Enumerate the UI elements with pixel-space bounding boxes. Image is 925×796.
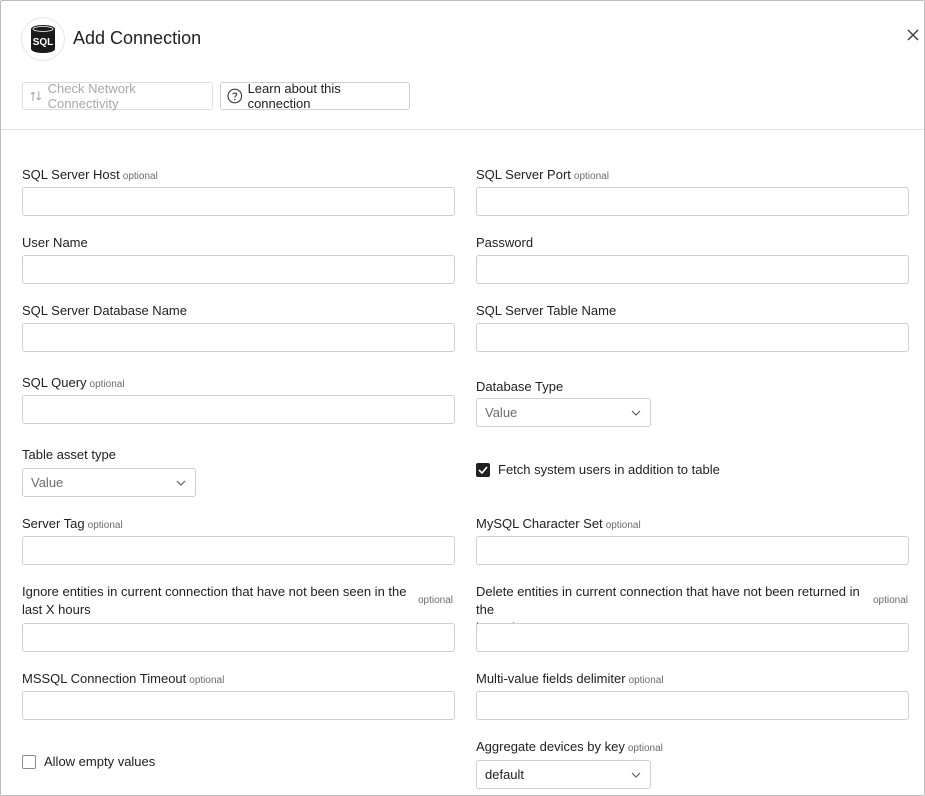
sql-server-port-input[interactable]: [476, 187, 909, 216]
user-name-label: User Name: [22, 235, 88, 250]
close-icon[interactable]: [906, 28, 922, 44]
database-name-input[interactable]: [22, 323, 455, 352]
aggregate-devices-value: default: [485, 767, 525, 782]
mssql-timeout-input[interactable]: [22, 691, 455, 720]
sql-logo-icon: SQL: [21, 17, 65, 61]
table-name-input[interactable]: [476, 323, 909, 352]
check-network-button[interactable]: Check Network Connectivity: [22, 81, 213, 111]
mssql-timeout-label: MSSQL Connection Timeout optional: [22, 671, 225, 686]
delete-entities-optional: optional: [873, 595, 909, 606]
learn-about-button[interactable]: Learn about this connection: [220, 81, 410, 111]
add-connection-dialog: SQL Add Connection Check Network Connect…: [0, 0, 925, 796]
database-type-label: Database Type: [476, 379, 564, 394]
password-input[interactable]: [476, 255, 909, 284]
table-asset-type-select[interactable]: Value: [22, 468, 196, 497]
table-name-label: SQL Server Table Name: [476, 303, 617, 318]
database-type-value: Value: [485, 405, 518, 420]
sql-query-input[interactable]: [22, 395, 455, 424]
allow-empty-values-checkbox[interactable]: [22, 754, 36, 769]
mysql-charset-label: MySQL Character Set optional: [476, 516, 641, 531]
mysql-charset-input[interactable]: [476, 536, 909, 565]
database-name-label: SQL Server Database Name: [22, 303, 187, 318]
delete-entities-input[interactable]: [476, 623, 909, 652]
server-tag-label: Server Tag optional: [22, 516, 123, 531]
ignore-entities-optional: optional: [418, 595, 454, 606]
learn-about-label: Learn about this connection: [247, 81, 341, 111]
chevron-down-icon: [631, 772, 641, 778]
aggregate-devices-select[interactable]: default: [476, 760, 651, 789]
ignore-entities-label: Ignore entities in current connection th…: [22, 584, 407, 617]
table-asset-type-label: Table asset type: [22, 447, 116, 462]
fetch-system-users-checkbox[interactable]: [476, 462, 490, 477]
chevron-down-icon: [631, 410, 641, 416]
user-name-input[interactable]: [22, 255, 455, 284]
sql-server-host-label: SQL Server Host optional: [22, 167, 158, 182]
database-type-select[interactable]: Value: [476, 398, 651, 427]
check-icon: [478, 465, 488, 474]
password-label: Password: [476, 235, 534, 250]
help-circle-icon: [227, 88, 243, 104]
network-icon: [30, 91, 42, 101]
allow-empty-values-label: Allow empty values: [44, 754, 156, 769]
logo-text: SQL: [33, 37, 54, 48]
check-network-label: Check Network Connectivity: [47, 81, 136, 111]
multi-value-delimiter-input[interactable]: [476, 691, 909, 720]
sql-query-label: SQL Query optional: [22, 375, 125, 390]
fetch-system-users-row[interactable]: Fetch system users in addition to table: [476, 462, 720, 477]
ignore-entities-input[interactable]: [22, 623, 455, 652]
allow-empty-values-row[interactable]: Allow empty values: [22, 754, 155, 769]
sql-server-host-input[interactable]: [22, 187, 455, 216]
dialog-header: SQL Add Connection Check Network Connect…: [1, 1, 924, 130]
server-tag-input[interactable]: [22, 536, 455, 565]
fetch-system-users-label: Fetch system users in addition to table: [498, 462, 720, 477]
multi-value-delimiter-label: Multi-value fields delimiter optional: [476, 671, 664, 686]
aggregate-devices-label: Aggregate devices by key optional: [476, 739, 663, 754]
table-asset-type-value: Value: [31, 475, 64, 490]
chevron-down-icon: [176, 480, 186, 486]
sql-server-port-label: SQL Server Port optional: [476, 167, 609, 182]
dialog-title: Add Connection: [73, 28, 202, 48]
